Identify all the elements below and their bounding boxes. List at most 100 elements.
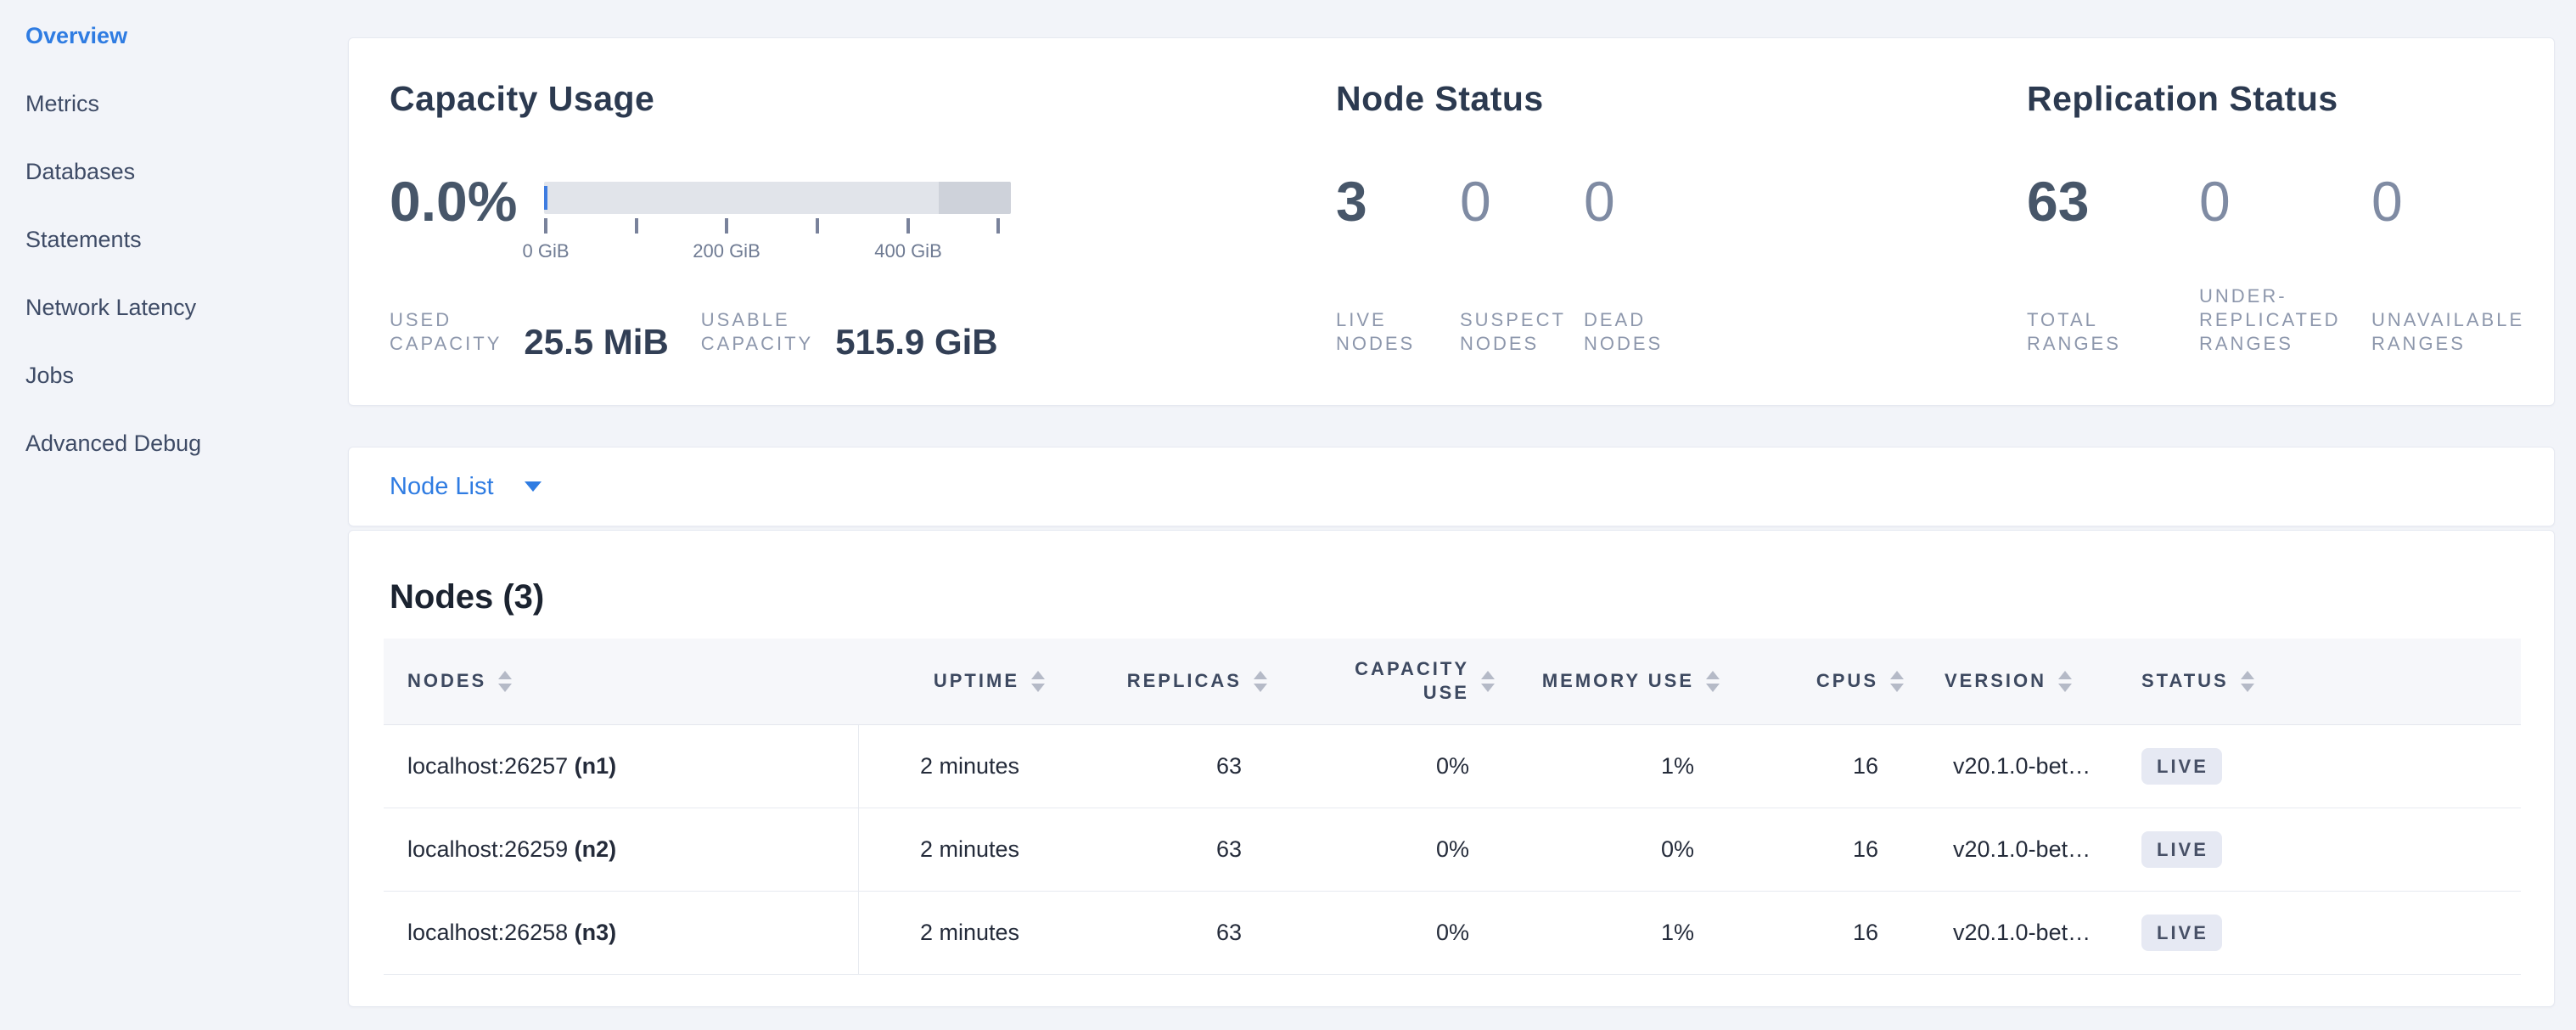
live-nodes-label: LIVE NODES: [1336, 308, 1415, 356]
capacity-gauge-used-marker: [544, 186, 547, 210]
memory-use-cell: 1%: [1520, 891, 1749, 974]
gauge-tick-label: 200 GiB: [659, 240, 794, 262]
capacity-use-cell: 0%: [1282, 808, 1520, 891]
uptime-cell: 2 minutes: [858, 808, 1079, 891]
memory-use-cell: 0%: [1520, 808, 1749, 891]
tick-mark: [816, 218, 819, 234]
nodes-table-card: Nodes (3) NODES UPTIME REPLICAS: [348, 530, 2555, 1007]
tick-mark: [996, 218, 1000, 234]
column-header-uptime[interactable]: UPTIME: [858, 639, 1079, 724]
replication-status-section: Replication Status 63 0 0 TOTAL RANGES U…: [2027, 38, 2536, 405]
node-address-cell: localhost:26258 (n3): [384, 891, 858, 974]
column-header-version[interactable]: VERSION: [1919, 639, 2123, 724]
sidebar: Overview Metrics Databases Statements Ne…: [25, 2, 331, 477]
capacity-gauge-track: [544, 182, 1011, 214]
tick-mark: [906, 218, 910, 234]
sidebar-item-network-latency[interactable]: Network Latency: [25, 273, 331, 341]
usable-capacity-label: USABLE CAPACITY: [701, 308, 813, 356]
suspect-nodes-label: SUSPECT NODES: [1460, 308, 1566, 356]
total-ranges-count: 63: [2027, 173, 2199, 229]
tick-mark: [635, 218, 638, 234]
sidebar-item-metrics[interactable]: Metrics: [25, 70, 331, 138]
cpus-cell: 16: [1749, 808, 1919, 891]
total-ranges-label: TOTAL RANGES: [2027, 308, 2121, 356]
status-cell: LIVE: [2123, 891, 2521, 974]
cpus-cell: 16: [1749, 891, 1919, 974]
nodes-table: NODES UPTIME REPLICAS CAPACITY USE M: [384, 639, 2521, 975]
node-status-title: Node Status: [1336, 79, 1544, 119]
sort-icon: [1706, 671, 1720, 692]
sidebar-item-advanced-debug[interactable]: Advanced Debug: [25, 409, 331, 477]
unavailable-ranges-label: UNAVAILABLE RANGES: [2371, 308, 2524, 356]
sidebar-item-databases[interactable]: Databases: [25, 138, 331, 205]
sort-icon: [498, 671, 512, 692]
view-selector-card: Node List: [348, 447, 2555, 526]
tick-mark: [544, 218, 547, 234]
node-list-dropdown[interactable]: Node List: [349, 447, 2554, 526]
status-badge: LIVE: [2141, 915, 2222, 951]
node-status-section: Node Status 3 0 0 LIVE NODES SUSPECT NOD…: [1336, 38, 1981, 405]
sidebar-item-jobs[interactable]: Jobs: [25, 341, 331, 409]
chevron-down-icon: [525, 481, 542, 492]
dead-nodes-label: DEAD NODES: [1584, 308, 1663, 356]
replicas-cell: 63: [1079, 891, 1282, 974]
capacity-use-cell: 0%: [1282, 724, 1520, 808]
version-cell: v20.1.0-bet…: [1919, 891, 2123, 974]
uptime-cell: 2 minutes: [858, 891, 1079, 974]
under-replicated-ranges-count: 0: [2199, 173, 2371, 229]
suspect-nodes-count: 0: [1460, 173, 1584, 229]
sort-icon: [2058, 671, 2072, 692]
sidebar-item-overview[interactable]: Overview: [25, 2, 331, 70]
column-header-nodes[interactable]: NODES: [384, 639, 858, 724]
table-row-node-3[interactable]: localhost:26258 (n3) 2 minutes 63 0% 1% …: [384, 891, 2521, 974]
status-badge: LIVE: [2141, 748, 2222, 785]
capacity-usage-title: Capacity Usage: [390, 79, 654, 119]
table-row-node-2[interactable]: localhost:26259 (n2) 2 minutes 63 0% 0% …: [384, 808, 2521, 891]
capacity-use-cell: 0%: [1282, 891, 1520, 974]
uptime-cell: 2 minutes: [858, 724, 1079, 808]
capacity-usage-section: Capacity Usage 0.0% 0 GiB 200 GiB 400 Gi…: [390, 38, 1289, 405]
usable-capacity-value: 515.9 GiB: [835, 324, 997, 360]
cluster-summary-card: Capacity Usage 0.0% 0 GiB 200 GiB 400 Gi…: [348, 37, 2555, 406]
sort-icon: [2241, 671, 2254, 692]
column-header-memory-use[interactable]: MEMORY USE: [1520, 639, 1749, 724]
nodes-section-title: Nodes (3): [390, 578, 544, 616]
used-capacity-value: 25.5 MiB: [524, 324, 668, 360]
replicas-cell: 63: [1079, 808, 1282, 891]
column-header-capacity-use[interactable]: CAPACITY USE: [1282, 639, 1520, 724]
replicas-cell: 63: [1079, 724, 1282, 808]
unavailable-ranges-count: 0: [2371, 173, 2544, 229]
node-address-cell: localhost:26257 (n1): [384, 724, 858, 808]
status-cell: LIVE: [2123, 724, 2521, 808]
under-replicated-ranges-label: UNDER- REPLICATED RANGES: [2199, 284, 2341, 356]
sidebar-item-statements[interactable]: Statements: [25, 205, 331, 273]
gauge-tick-label: 0 GiB: [478, 240, 614, 262]
status-cell: LIVE: [2123, 808, 2521, 891]
used-capacity-label: USED CAPACITY: [390, 308, 502, 356]
gauge-tick-label: 400 GiB: [840, 240, 976, 262]
sort-icon: [1481, 671, 1495, 692]
capacity-gauge: 0 GiB 200 GiB 400 GiB: [544, 182, 1011, 264]
column-header-cpus[interactable]: CPUS: [1749, 639, 1919, 724]
live-nodes-count: 3: [1336, 173, 1460, 229]
sort-icon: [1031, 671, 1045, 692]
memory-use-cell: 1%: [1520, 724, 1749, 808]
column-header-status[interactable]: STATUS: [2123, 639, 2521, 724]
sort-icon: [1890, 671, 1904, 692]
column-header-replicas[interactable]: REPLICAS: [1079, 639, 1282, 724]
sort-icon: [1254, 671, 1267, 692]
capacity-gauge-reserved-segment: [939, 182, 1011, 214]
node-list-dropdown-label: Node List: [390, 473, 494, 501]
replication-status-title: Replication Status: [2027, 79, 2338, 119]
version-cell: v20.1.0-bet…: [1919, 808, 2123, 891]
dead-nodes-count: 0: [1584, 173, 1708, 229]
capacity-percent-value: 0.0%: [390, 173, 517, 229]
status-badge: LIVE: [2141, 831, 2222, 868]
nodes-table-header-row: NODES UPTIME REPLICAS CAPACITY USE M: [384, 639, 2521, 724]
tick-mark: [725, 218, 728, 234]
version-cell: v20.1.0-bet…: [1919, 724, 2123, 808]
cpus-cell: 16: [1749, 724, 1919, 808]
capacity-gauge-ticks: [544, 218, 1011, 235]
node-address-cell: localhost:26259 (n2): [384, 808, 858, 891]
table-row-node-1[interactable]: localhost:26257 (n1) 2 minutes 63 0% 1% …: [384, 724, 2521, 808]
